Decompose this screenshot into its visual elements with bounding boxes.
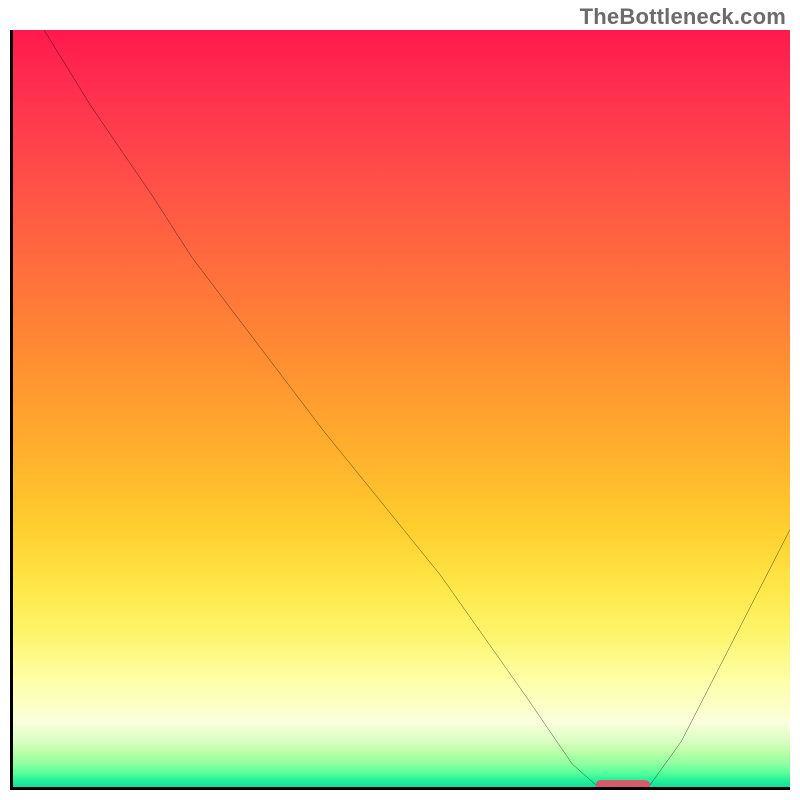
- chart-stage: TheBottleneck.com: [0, 0, 800, 800]
- optimal-range-marker: [596, 780, 650, 787]
- bottleneck-curve: [44, 30, 790, 785]
- plot-area: [10, 30, 790, 790]
- watermark-text: TheBottleneck.com: [580, 4, 786, 30]
- curve-layer: [13, 30, 790, 787]
